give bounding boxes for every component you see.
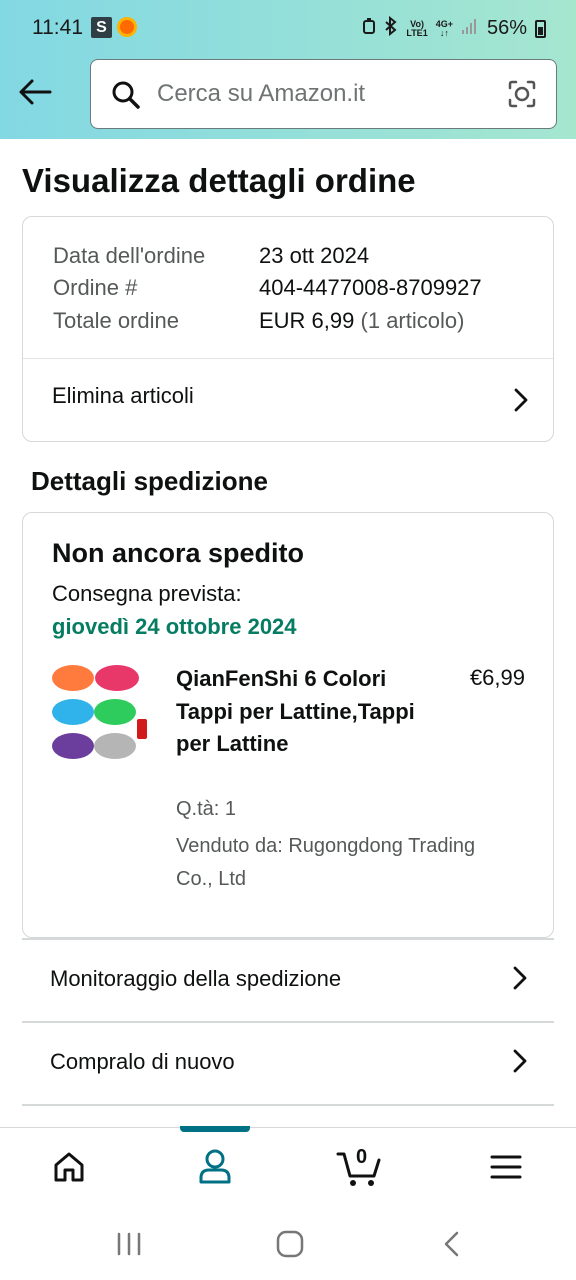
chevron-right-icon xyxy=(513,966,527,990)
track-shipment-row[interactable]: Monitoraggio della spedizione xyxy=(22,940,554,1022)
shipment-card: Non ancora spedito Consegna prevista: gi… xyxy=(22,512,554,938)
product-image[interactable] xyxy=(51,663,149,763)
nav-home[interactable] xyxy=(0,1128,144,1205)
shipping-section-title: Dettagli spedizione xyxy=(31,466,268,496)
bottom-navigation xyxy=(0,1127,576,1204)
system-back-icon[interactable] xyxy=(442,1230,460,1258)
product-name[interactable]: QianFenShi 6 Colori Tappi per Lattine,Ta… xyxy=(176,663,426,761)
order-total-items: (1 articolo) xyxy=(360,308,465,333)
order-number-value: 404-4477008-8709927 xyxy=(259,275,482,300)
order-total-amount: EUR 6,99 xyxy=(259,308,355,333)
status-time: 11:41 xyxy=(32,16,83,39)
search-bar[interactable] xyxy=(90,59,557,129)
track-shipment-label: Monitoraggio della spedizione xyxy=(50,966,342,991)
user-icon xyxy=(199,1149,231,1184)
divider xyxy=(22,1104,554,1106)
back-button[interactable] xyxy=(16,72,56,112)
active-tab-indicator xyxy=(180,1126,250,1132)
chevron-right-icon xyxy=(514,388,528,412)
shipment-status: Non ancora spedito xyxy=(52,538,305,568)
search-input[interactable] xyxy=(157,74,487,114)
app-notification-icon: S xyxy=(91,17,112,38)
chevron-right-icon xyxy=(513,1049,527,1073)
order-number-label: Ordine # xyxy=(53,275,138,300)
home-icon xyxy=(54,1152,84,1182)
product-price: €6,99 xyxy=(469,665,525,690)
product-seller: Venduto da: Rugongdong Trading Co., Ltd xyxy=(176,835,476,890)
status-bar: 11:41 S Vo) LTE1 4G+ ↓↑ 56% xyxy=(0,0,576,56)
bluetooth-icon xyxy=(384,15,398,41)
nav-menu[interactable] xyxy=(432,1128,576,1205)
delete-items-label: Elimina articoli xyxy=(52,383,194,408)
camera-search-icon[interactable] xyxy=(506,78,538,110)
recent-apps-icon[interactable] xyxy=(116,1232,142,1256)
page-title: Visualizza dettagli ordine xyxy=(22,162,416,199)
home-system-icon[interactable] xyxy=(276,1230,304,1258)
nav-account[interactable] xyxy=(144,1128,288,1205)
order-date-value: 23 ott 2024 xyxy=(259,243,370,268)
system-navigation-bar xyxy=(0,1204,576,1280)
buy-again-row[interactable]: Compralo di nuovo xyxy=(22,1023,554,1105)
order-date-label: Data dell'ordine xyxy=(53,243,206,268)
menu-icon xyxy=(490,1155,522,1179)
delete-items-row[interactable]: Elimina articoli xyxy=(23,359,553,441)
product-quantity: Q.tà: 1 xyxy=(176,798,237,820)
delivery-label: Consegna prevista: xyxy=(52,581,242,606)
buy-again-label: Compralo di nuovo xyxy=(50,1049,235,1074)
order-total-value: EUR 6,99 (1 articolo) xyxy=(259,308,464,334)
battery-icon xyxy=(535,19,546,38)
signal-icon xyxy=(461,17,479,40)
order-summary-card: Data dell'ordine 23 ott 2024 Ordine # 40… xyxy=(22,216,554,442)
battery-level: 56% xyxy=(486,17,527,39)
order-total-label: Totale ordine xyxy=(53,308,179,333)
search-icon xyxy=(112,81,140,109)
app-notification-dot-icon xyxy=(117,17,137,37)
network-type-icon: 4G+ ↓↑ xyxy=(435,18,453,38)
volte-icon: Vo) LTE1 xyxy=(406,18,428,38)
cart-count-badge: 0 xyxy=(356,1146,368,1168)
alarm-icon xyxy=(362,17,376,40)
delivery-date: giovedì 24 ottobre 2024 xyxy=(52,614,297,639)
arrow-left-icon xyxy=(19,79,52,105)
